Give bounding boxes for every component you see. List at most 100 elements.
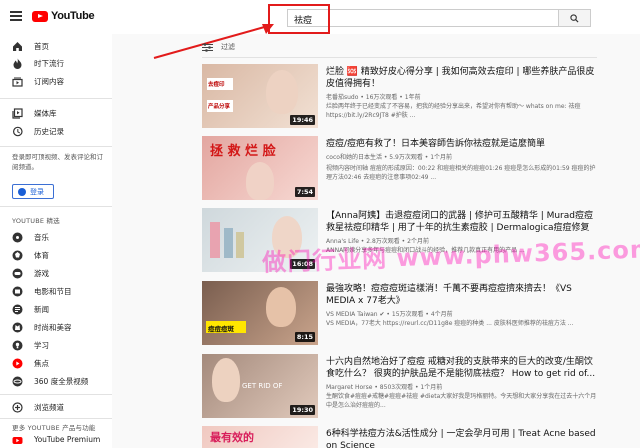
sidebar-item-library[interactable]: 媒体库 (0, 106, 112, 122)
video-result[interactable]: 去痘印 产品分享 19:46 烂脸 🆘 精致好皮心得分享 | 我如何高效去痘印 … (202, 64, 602, 130)
video-title[interactable]: 烂脸 🆘 精致好皮心得分享 | 我如何高效去痘印 | 哪些养肤产品很皮皮值得拥有… (326, 66, 598, 90)
video-meta: VS MEDIA Taiwan ✔ • 15万次观看 • 4个月前 (326, 311, 453, 318)
video-title[interactable]: 痘痘/痘疤有救了！日本美容師告訴你祛痘就是這麼簡單 (326, 138, 598, 150)
video-description: VS MEDIA，77老大 https://reurl.cc/D11g8e 痘痘… (326, 320, 574, 327)
filter-button[interactable]: 过滤 (202, 42, 235, 52)
thumbnail-caption: GET RID OF (242, 382, 283, 390)
thumbnail-face-shape (212, 358, 240, 402)
filter-icon (202, 42, 213, 52)
account-icon (18, 187, 26, 196)
sidebar-item-label: 焦点 (34, 359, 49, 368)
signin-button[interactable]: 登录 (12, 184, 54, 199)
youtube-play-icon (32, 10, 48, 22)
video-thumbnail[interactable]: GET RID OF 19:30 (202, 354, 318, 418)
video-title[interactable]: 十六内自然地治好了痘痘 戒糖对我的支肤带来的巨大的改变/生酮饮食吃什么？ 很爽的… (326, 356, 598, 380)
sidebar-item-spotlight[interactable]: 焦点 (0, 356, 112, 372)
sidebar-divider (0, 98, 112, 99)
video-thumbnail[interactable]: 最有效的 (202, 426, 318, 448)
video-description: 烂脸两年终于已经变成了不容易，把我的经验分享出来，希望对你有帮助～ whats … (326, 103, 581, 119)
thumbnail-face-shape (266, 287, 296, 327)
sidebar-item-subscriptions[interactable]: 订阅内容 (0, 74, 112, 90)
sidebar-item-label: 新闻 (34, 305, 49, 314)
video-duration: 19:30 (290, 405, 315, 415)
sidebar-divider (0, 418, 112, 419)
sidebar-divider (0, 394, 112, 395)
search-button[interactable] (559, 9, 591, 27)
sidebar-item-movies[interactable]: 电影和节目 (0, 284, 112, 300)
thumbnail-face-shape (246, 162, 274, 200)
sidebar-item-label: 媒体库 (34, 109, 57, 118)
sidebar-item-fashion[interactable]: 时尚和美容 (0, 320, 112, 336)
sidebar-item-label: YouTube Premium (34, 435, 101, 444)
youtube-premium-icon (12, 437, 23, 444)
movies-icon (12, 286, 23, 297)
library-icon (12, 108, 23, 119)
video-thumbnail[interactable]: 去痘印 产品分享 19:46 (202, 64, 318, 128)
music-icon (12, 232, 23, 243)
sidebar-item-history[interactable]: 历史记录 (0, 124, 112, 140)
video-result[interactable]: 痘痘痘斑 8:15 最強攻略！痘痘痘斑這樣消！千萬不要再痘痘擠來擠去！《VS M… (202, 281, 602, 347)
sidebar-item-trending[interactable]: 时下流行 (0, 56, 112, 72)
thumbnail-caption: 最有效的 (210, 431, 254, 444)
youtube-search-page: YouTube 祛痘 首页 时下流行 订阅内容 媒体库 历史记录 登录即可顶视频… (0, 0, 640, 448)
vr-icon (12, 376, 23, 387)
sidebar: 首页 时下流行 订阅内容 媒体库 历史记录 登录即可顶视频、发表评论和订阅频道。… (0, 34, 112, 448)
thumbnail-face-shape (266, 70, 298, 114)
more-from-youtube-heading: 更多 YOUTUBE 产品与功能 (12, 424, 96, 432)
sidebar-item-music[interactable]: 音乐 (0, 230, 112, 246)
filter-label: 过滤 (221, 43, 235, 51)
video-title[interactable]: 6种科学祛痘方法&活性成分 | 一定会孕月可用 | Treat Acne bas… (326, 428, 598, 448)
subscriptions-icon (12, 77, 23, 87)
youtube-logo[interactable]: YouTube (32, 10, 95, 22)
sidebar-divider (0, 206, 112, 207)
news-icon (12, 304, 23, 315)
video-title[interactable]: 【Anna阿姨】击退痘痘闭口的武器 | 修护可五酸精华 | Murad痘痘救星祛… (326, 210, 598, 234)
sidebar-item-label: 360 度全景视频 (34, 377, 89, 386)
video-description: 视频内容时间轴 痘痘的形成原因：00:22 和痘痘相关的痘痘01:26 痘痘是怎… (326, 165, 596, 181)
video-result[interactable]: 最有效的 6种科学祛痘方法&活性成分 | 一定会孕月可用 | Treat Acn… (202, 426, 602, 448)
fashion-icon (12, 322, 23, 333)
video-duration: 8:15 (294, 332, 315, 342)
sidebar-item-label: 历史记录 (34, 127, 64, 136)
sidebar-item-premium[interactable]: YouTube Premium (0, 433, 112, 448)
video-result[interactable]: 拯 救 烂 脸 7:54 痘痘/痘疤有救了！日本美容師告訴你祛痘就是這麼簡單 c… (202, 136, 602, 202)
sidebar-item-sports[interactable]: 体育 (0, 248, 112, 264)
video-thumbnail[interactable]: 拯 救 烂 脸 7:54 (202, 136, 318, 200)
sports-icon (12, 250, 23, 261)
sidebar-item-browse-channels[interactable]: 浏览频道 (0, 400, 112, 416)
sidebar-item-label: 体育 (34, 251, 49, 260)
gaming-icon (12, 268, 23, 279)
sidebar-item-learning[interactable]: 学习 (0, 338, 112, 354)
trending-icon (13, 58, 22, 69)
sidebar-item-label: 学习 (34, 341, 49, 350)
sidebar-item-label: 浏览频道 (34, 403, 64, 412)
sidebar-item-home[interactable]: 首页 (0, 39, 112, 55)
search-icon (570, 13, 579, 23)
sidebar-item-label: 电影和节目 (34, 287, 72, 296)
signin-note: 登录即可顶视频、发表评论和订阅频道。 (12, 153, 103, 171)
sidebar-item-news[interactable]: 新闻 (0, 302, 112, 318)
hamburger-menu-icon[interactable] (10, 11, 22, 21)
thumbnail-product-bottle (224, 228, 233, 258)
sidebar-item-label: 时尚和美容 (34, 323, 72, 332)
sidebar-divider (0, 146, 112, 147)
sidebar-item-label: 首页 (34, 42, 49, 51)
home-icon (13, 42, 22, 51)
filter-divider (202, 57, 597, 58)
video-thumbnail[interactable]: 痘痘痘斑 8:15 (202, 281, 318, 345)
video-duration: 7:54 (294, 187, 315, 197)
sidebar-item-label: 订阅内容 (34, 77, 64, 86)
best-of-youtube-heading: YOUTUBE 精选 (12, 217, 60, 225)
spotlight-icon (12, 358, 23, 369)
thumbnail-product-bottle (236, 232, 244, 258)
history-icon (13, 126, 23, 137)
browse-channels-icon (12, 402, 23, 413)
sidebar-item-gaming[interactable]: 游戏 (0, 266, 112, 282)
sidebar-item-360-video[interactable]: 360 度全景视频 (0, 374, 112, 390)
video-result[interactable]: GET RID OF 19:30 十六内自然地治好了痘痘 戒糖对我的支肤带来的巨… (202, 354, 602, 420)
thumbnail-caption: 去痘印 (208, 82, 225, 88)
thumbnail-caption: 产品分享 (208, 104, 231, 110)
signin-label: 登录 (30, 187, 44, 196)
sidebar-item-label: 游戏 (34, 269, 49, 278)
video-title[interactable]: 最強攻略！痘痘痘斑這樣消！千萬不要再痘痘擠來擠去！《VS MEDIA x 77老… (326, 283, 598, 307)
